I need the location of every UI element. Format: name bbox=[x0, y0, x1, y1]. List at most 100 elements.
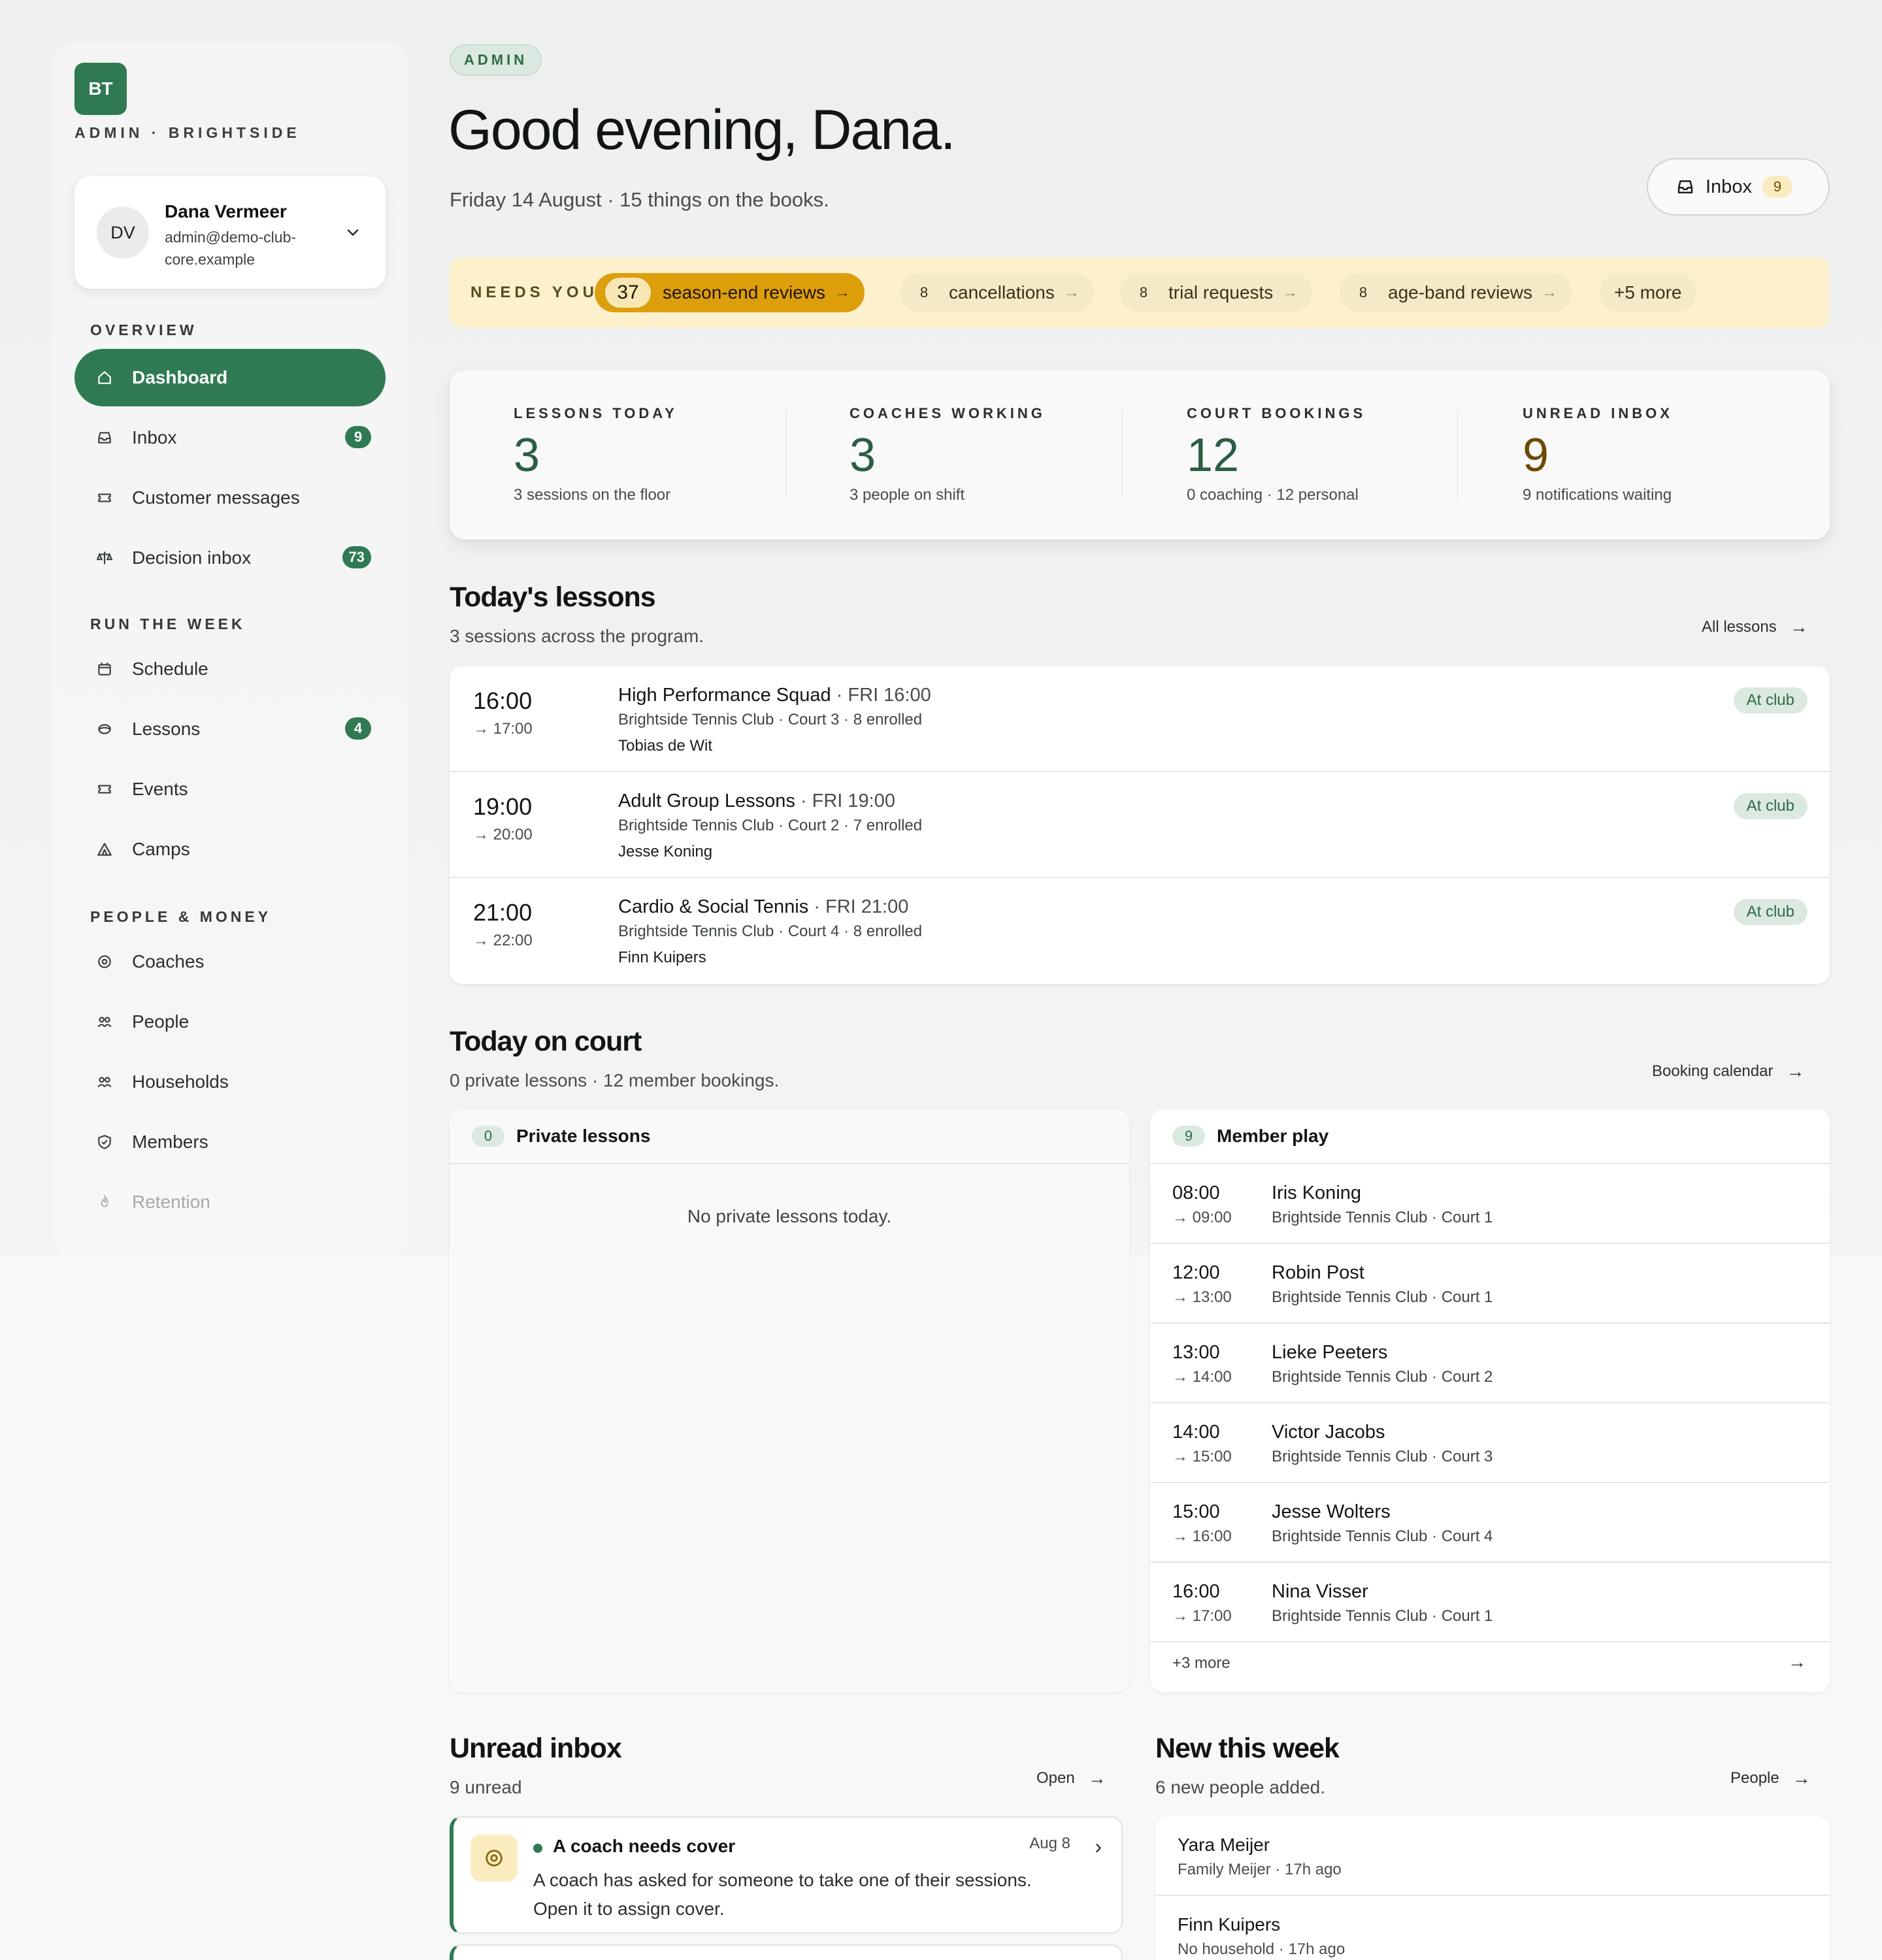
user-email: admin@demo-club-core.example bbox=[165, 229, 297, 268]
arrow-right-icon[interactable]: → bbox=[1788, 1652, 1806, 1673]
booking-row[interactable]: 15:00 → 16:00 Jesse Wolters Brightside T… bbox=[1150, 1483, 1830, 1563]
lesson-row[interactable]: 19:00 → 20:00 Adult Group Lessons · FRI … bbox=[450, 772, 1830, 878]
people-icon bbox=[94, 1071, 115, 1092]
sidebar-item-people[interactable]: People bbox=[74, 993, 386, 1051]
lessons-title: Today's lessons bbox=[450, 581, 656, 613]
booking-location: Brightside Tennis Club · Court 3 bbox=[1272, 1448, 1493, 1465]
inbox-item-date: Aug 8 bbox=[1029, 1835, 1070, 1852]
calendar-icon bbox=[94, 659, 115, 679]
sidebar-item-dashboard[interactable]: Dashboard bbox=[74, 349, 386, 406]
arrow-right-icon: → bbox=[1789, 617, 1808, 637]
booking-calendar-link[interactable]: Booking calendar → bbox=[1652, 1061, 1804, 1082]
all-lessons-link[interactable]: All lessons → bbox=[1702, 617, 1808, 638]
sidebar-item-label: Camps bbox=[132, 839, 190, 859]
user-switcher[interactable]: DV Dana Vermeer admin@demo-club-core.exa… bbox=[74, 176, 386, 289]
arrow-right-icon: → bbox=[1087, 1768, 1106, 1788]
sidebar-item-inbox[interactable]: Inbox 9 bbox=[74, 409, 386, 466]
card-title: Member play bbox=[1217, 1126, 1329, 1146]
tent-icon bbox=[94, 839, 115, 860]
chip-cancellations[interactable]: 8 cancellations → bbox=[900, 273, 1094, 312]
card-header: 0 Private lessons bbox=[450, 1109, 1129, 1164]
booking-location: Brightside Tennis Club · Court 2 bbox=[1272, 1368, 1493, 1386]
lesson-end: → 20:00 bbox=[473, 826, 533, 843]
inbox-icon bbox=[94, 427, 115, 448]
sidebar-item-retention[interactable]: Retention bbox=[74, 1173, 386, 1231]
lesson-name: Adult Group Lessons bbox=[618, 791, 795, 811]
booking-row[interactable]: 14:00 → 15:00 Victor Jacobs Brightside T… bbox=[1150, 1403, 1830, 1483]
status-badge: At club bbox=[1733, 793, 1808, 819]
lesson-title: Cardio & Social Tennis · FRI 21:00 bbox=[618, 896, 908, 918]
link-label: People bbox=[1730, 1769, 1779, 1787]
flame-icon bbox=[94, 1192, 115, 1213]
people-icon bbox=[94, 1011, 115, 1032]
booking-row[interactable]: 16:00 → 17:00 Nina Visser Brightside Ten… bbox=[1150, 1563, 1830, 1642]
lesson-location: Brightside Tennis Club · Court 2 · 7 enr… bbox=[618, 817, 923, 834]
sidebar-item-label: Customer messages bbox=[132, 487, 300, 508]
shield-icon bbox=[94, 1132, 115, 1152]
sidebar-item-coaches[interactable]: Coaches bbox=[74, 933, 386, 990]
chip-season-end-reviews[interactable]: 37 season-end reviews → bbox=[595, 273, 865, 312]
sidebar-item-members[interactable]: Members bbox=[74, 1113, 386, 1171]
inbox-item[interactable] bbox=[450, 1944, 1123, 1960]
person-row[interactable]: Finn Kuipers No household · 17h ago bbox=[1155, 1896, 1830, 1960]
status-badge: At club bbox=[1733, 687, 1808, 713]
sidebar-item-households[interactable]: Households bbox=[74, 1053, 386, 1111]
lesson-coach: Jesse Koning bbox=[618, 843, 713, 860]
target-icon bbox=[94, 951, 115, 972]
chip-age-band-reviews[interactable]: 8 age-band reviews → bbox=[1340, 273, 1572, 312]
unread-subtitle: 9 unread bbox=[450, 1777, 522, 1797]
person-name: Finn Kuipers bbox=[1178, 1914, 1281, 1935]
stat-label: UNREAD INBOX bbox=[1523, 405, 1673, 421]
sidebar-item-schedule[interactable]: Schedule bbox=[74, 640, 386, 698]
lesson-name: High Performance Squad bbox=[618, 685, 831, 706]
open-inbox-link[interactable]: Open → bbox=[1036, 1768, 1106, 1789]
empty-state: No private lessons today. bbox=[687, 1206, 892, 1226]
link-label: Booking calendar bbox=[1652, 1062, 1774, 1080]
sidebar-item-label: Inbox bbox=[132, 427, 177, 448]
lesson-row[interactable]: 16:00 → 17:00 High Performance Squad · F… bbox=[450, 666, 1830, 772]
sidebar-item-lessons[interactable]: Lessons 4 bbox=[74, 700, 386, 758]
booking-start: 12:00 bbox=[1172, 1262, 1220, 1283]
inbox-icon bbox=[1677, 180, 1693, 193]
court-title: Today on court bbox=[450, 1026, 642, 1057]
sidebar-item-label: People bbox=[132, 1011, 190, 1032]
role-pill: ADMIN bbox=[450, 44, 542, 76]
sidebar-item-camps[interactable]: Camps bbox=[74, 821, 386, 878]
stat-value: 3 bbox=[850, 429, 876, 482]
sidebar-item-decision-inbox[interactable]: Decision inbox 73 bbox=[74, 529, 386, 587]
club-logo[interactable]: BT bbox=[74, 63, 127, 115]
sidebar-item-label: Decision inbox bbox=[132, 547, 252, 568]
needs-you-bar: NEEDS YOU 37 season-end reviews → 8 canc… bbox=[450, 257, 1830, 328]
stat-label: LESSONS TODAY bbox=[514, 405, 678, 421]
sidebar-item-customer-messages[interactable]: Customer messages bbox=[74, 469, 386, 527]
person-row[interactable]: Yara Meijer Family Meijer · 17h ago bbox=[1155, 1816, 1830, 1896]
arrow-right-icon: → bbox=[1542, 284, 1558, 301]
booking-row[interactable]: 12:00 → 13:00 Robin Post Brightside Tenn… bbox=[1150, 1244, 1830, 1324]
inbox-button[interactable]: Inbox 9 bbox=[1647, 158, 1830, 216]
sidebar-item-label: Dashboard bbox=[132, 367, 228, 387]
lesson-end: → 17:00 bbox=[473, 720, 533, 738]
sidebar-item-label: Retention bbox=[132, 1192, 210, 1212]
inbox-item[interactable]: A coach needs cover Aug 8 › A coach has … bbox=[450, 1816, 1123, 1934]
lessons-list: 16:00 → 17:00 High Performance Squad · F… bbox=[450, 666, 1830, 984]
booking-end: → 16:00 bbox=[1172, 1527, 1232, 1545]
lesson-row[interactable]: 21:00 → 22:00 Cardio & Social Tennis · F… bbox=[450, 878, 1830, 984]
nav-section-overview: OVERVIEW bbox=[90, 321, 197, 338]
chip-trial-requests[interactable]: 8 trial requests → bbox=[1120, 273, 1313, 312]
booking-row[interactable]: 13:00 → 14:00 Lieke Peeters Brightside T… bbox=[1150, 1324, 1830, 1403]
booking-member: Lieke Peeters bbox=[1272, 1342, 1388, 1363]
sidebar-item-label: Coaches bbox=[132, 951, 205, 972]
stat-sub: 0 coaching · 12 personal bbox=[1187, 486, 1359, 504]
booking-member: Jesse Wolters bbox=[1272, 1501, 1391, 1522]
people-link[interactable]: People → bbox=[1730, 1768, 1811, 1789]
count-badge: 9 bbox=[1172, 1126, 1205, 1147]
chevron-down-icon[interactable] bbox=[344, 223, 362, 242]
stat-divider bbox=[785, 409, 787, 500]
page-title: Good evening, Dana. bbox=[448, 99, 956, 161]
more-bookings-link[interactable]: +3 more bbox=[1172, 1654, 1230, 1673]
status-badge: At club bbox=[1733, 899, 1808, 925]
booking-row[interactable]: 08:00 → 09:00 Iris Koning Brightside Ten… bbox=[1150, 1164, 1830, 1244]
inbox-item-title: A coach needs cover bbox=[553, 1836, 736, 1856]
sidebar-item-events[interactable]: Events bbox=[74, 760, 386, 818]
chip-more[interactable]: +5 more bbox=[1600, 273, 1696, 312]
